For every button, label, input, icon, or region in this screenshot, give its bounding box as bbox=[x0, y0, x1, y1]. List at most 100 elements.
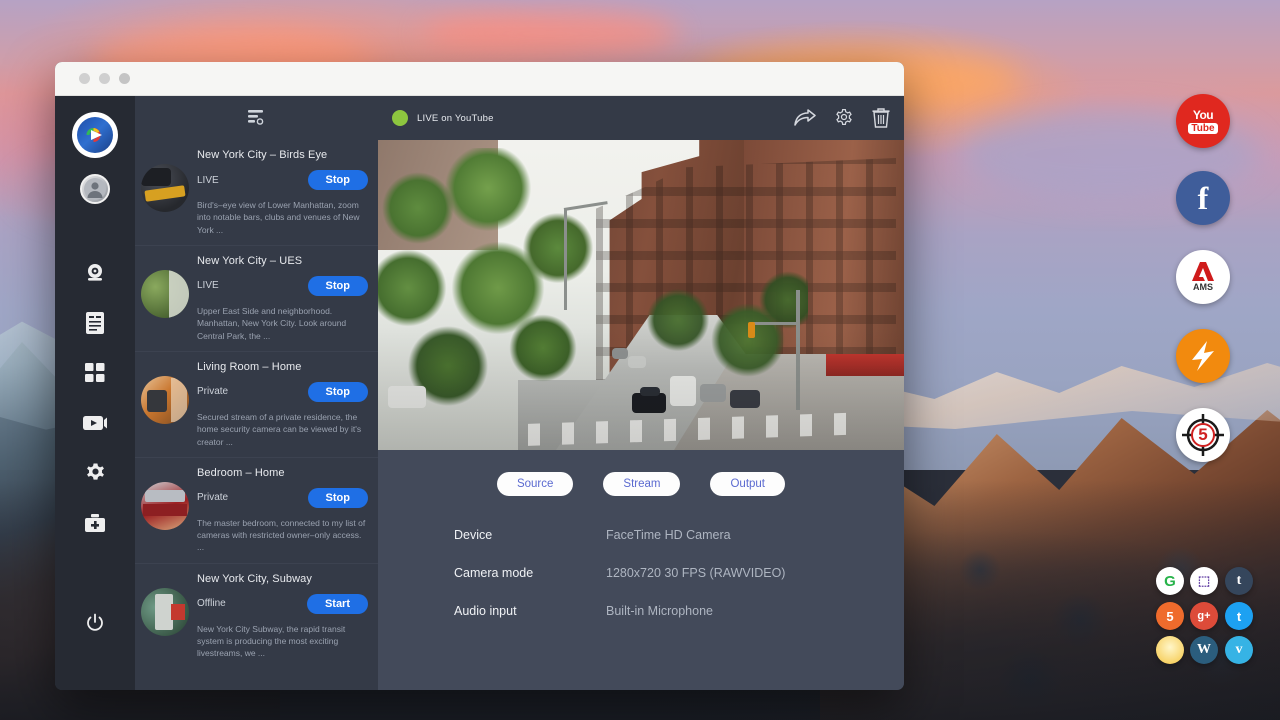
window-zoom-button[interactable] bbox=[119, 73, 130, 84]
video-preview[interactable] bbox=[378, 140, 904, 450]
camera-info: New York City – UES LIVE Stop Upper East… bbox=[197, 253, 368, 342]
vimeo-glyph: v bbox=[1236, 642, 1243, 658]
lightning-bolt-icon bbox=[1183, 336, 1223, 376]
camera-title: New York City – UES bbox=[197, 255, 368, 267]
camera-thumbnail bbox=[141, 270, 189, 318]
camera-list-item[interactable]: Living Room – Home Private Stop Secured … bbox=[135, 352, 378, 458]
source-info-table: Device FaceTime HD Camera Camera mode 12… bbox=[378, 496, 904, 642]
window-minimize-button[interactable] bbox=[99, 73, 110, 84]
info-label: Audio input bbox=[454, 604, 606, 618]
youtube-label-top: You bbox=[1193, 108, 1213, 122]
tab-output[interactable]: Output bbox=[710, 472, 785, 496]
desktop-icon-vimeo[interactable]: v bbox=[1225, 636, 1253, 664]
live-status-dot bbox=[392, 110, 408, 126]
webcam-icon bbox=[83, 261, 107, 285]
desktop-icon-tumblr[interactable]: t bbox=[1225, 567, 1253, 595]
camera-status-row: LIVE Stop bbox=[197, 276, 368, 296]
camera-state: Private bbox=[197, 386, 228, 397]
adobe-a-icon bbox=[1191, 262, 1215, 281]
camera-action-button[interactable]: Stop bbox=[308, 170, 368, 190]
desktop-icon-wordpress[interactable]: W bbox=[1190, 636, 1218, 664]
sidebar-item-dashboard[interactable] bbox=[72, 350, 118, 396]
main-tabs: Source Stream Output bbox=[378, 450, 904, 496]
desktop-icon-wowza[interactable] bbox=[1176, 329, 1230, 383]
five-small-glyph: 5 bbox=[1166, 609, 1173, 624]
sidebar-item-video[interactable] bbox=[72, 400, 118, 446]
tab-stream[interactable]: Stream bbox=[603, 472, 680, 496]
sidebar-item-logs[interactable] bbox=[72, 300, 118, 346]
sort-lines-icon[interactable] bbox=[247, 109, 267, 127]
info-value: 1280x720 30 FPS (RAWVIDEO) bbox=[606, 566, 785, 580]
first-aid-kit-icon bbox=[83, 513, 107, 533]
document-list-icon bbox=[84, 311, 106, 335]
gplus-glyph: g+ bbox=[1197, 610, 1210, 622]
camera-list-item[interactable]: Bedroom – Home Private Stop The master b… bbox=[135, 458, 378, 564]
desktop-icon-target-five[interactable]: 5 bbox=[1176, 408, 1230, 462]
share-arrow-icon[interactable] bbox=[794, 109, 816, 127]
sidebar-item-cameras[interactable] bbox=[72, 250, 118, 296]
desktop-icon-sun[interactable] bbox=[1156, 636, 1184, 664]
camera-status-row: Private Stop bbox=[197, 382, 368, 402]
window-close-button[interactable] bbox=[79, 73, 90, 84]
desktop-icon-twitter[interactable]: t bbox=[1225, 602, 1253, 630]
camera-info: New York City, Subway Offline Start New … bbox=[197, 571, 368, 660]
tab-source[interactable]: Source bbox=[497, 472, 573, 496]
info-value: Built-in Microphone bbox=[606, 604, 713, 618]
video-vignette bbox=[378, 140, 904, 450]
camera-state: LIVE bbox=[197, 175, 219, 186]
groups-glyph: G bbox=[1164, 573, 1176, 590]
camera-action-button[interactable]: Start bbox=[307, 594, 368, 614]
camera-description: Bird's–eye view of Lower Manhattan, zoom… bbox=[197, 199, 368, 236]
desktop-icon-youtube[interactable]: You Tube bbox=[1176, 94, 1230, 148]
camera-list-item[interactable]: New York City, Subway Offline Start New … bbox=[135, 564, 378, 669]
youtube-label-bottom: Tube bbox=[1188, 123, 1217, 134]
camera-action-button[interactable]: Stop bbox=[308, 488, 368, 508]
camera-list-scroll[interactable]: New York City – Birds Eye LIVE Stop Bird… bbox=[135, 140, 378, 690]
camera-description: New York City Subway, the rapid transit … bbox=[197, 623, 368, 660]
camera-state: LIVE bbox=[197, 280, 219, 291]
sidebar-item-power[interactable] bbox=[72, 600, 118, 646]
gear-icon[interactable] bbox=[834, 108, 854, 128]
desktop-icon-adobe-ams[interactable]: AMS bbox=[1176, 250, 1230, 304]
user-avatar-icon bbox=[84, 178, 106, 200]
window-titlebar[interactable] bbox=[55, 62, 904, 96]
camera-state: Offline bbox=[197, 598, 226, 609]
live-status-chip: LIVE on YouTube bbox=[392, 110, 786, 126]
info-label: Device bbox=[454, 528, 606, 542]
info-row-camera-mode: Camera mode 1280x720 30 FPS (RAWVIDEO) bbox=[454, 566, 904, 580]
info-row-device: Device FaceTime HD Camera bbox=[454, 528, 904, 542]
desktop-icon-five[interactable]: 5 bbox=[1156, 602, 1184, 630]
desktop-icon-groups[interactable]: G bbox=[1156, 567, 1184, 595]
camera-title: Bedroom – Home bbox=[197, 467, 368, 479]
camera-action-button[interactable]: Stop bbox=[308, 382, 368, 402]
twitch-glyph: ⬚ bbox=[1198, 573, 1210, 589]
camera-thumbnail bbox=[141, 376, 189, 424]
desktop-icon-google-plus[interactable]: g+ bbox=[1190, 602, 1218, 630]
camera-list-item[interactable]: New York City – Birds Eye LIVE Stop Bird… bbox=[135, 140, 378, 246]
sidebar-item-settings[interactable] bbox=[72, 450, 118, 496]
ams-label: AMS bbox=[1193, 282, 1213, 292]
camera-info: New York City – Birds Eye LIVE Stop Bird… bbox=[197, 147, 368, 236]
sidebar-item-avatar[interactable] bbox=[80, 174, 110, 204]
app-window: New York City – Birds Eye LIVE Stop Bird… bbox=[55, 62, 904, 690]
twitter-glyph: t bbox=[1237, 609, 1241, 624]
desktop-icon-facebook[interactable]: f bbox=[1176, 171, 1230, 225]
camera-action-button[interactable]: Stop bbox=[308, 276, 368, 296]
app-logo[interactable] bbox=[74, 114, 116, 156]
facebook-glyph: f bbox=[1198, 180, 1209, 217]
live-status-label: LIVE on YouTube bbox=[417, 113, 494, 124]
window-body: New York City – Birds Eye LIVE Stop Bird… bbox=[55, 96, 904, 690]
desktop-icon-twitch[interactable]: ⬚ bbox=[1190, 567, 1218, 595]
add-camera-button[interactable]: + Add Camera bbox=[135, 669, 378, 690]
five-glyph: 5 bbox=[1198, 425, 1207, 445]
main-toolbar: LIVE on YouTube bbox=[378, 96, 904, 140]
wordpress-glyph: W bbox=[1197, 642, 1211, 658]
camera-description: Upper East Side and neighborhood. Manhat… bbox=[197, 305, 368, 342]
camera-list-item[interactable]: New York City – UES LIVE Stop Upper East… bbox=[135, 246, 378, 352]
app-logo-inner bbox=[77, 117, 113, 153]
info-value: FaceTime HD Camera bbox=[606, 528, 731, 542]
sidebar-item-support[interactable] bbox=[72, 500, 118, 546]
trash-icon[interactable] bbox=[872, 108, 890, 128]
camera-state: Private bbox=[197, 492, 228, 503]
power-icon bbox=[85, 613, 105, 633]
